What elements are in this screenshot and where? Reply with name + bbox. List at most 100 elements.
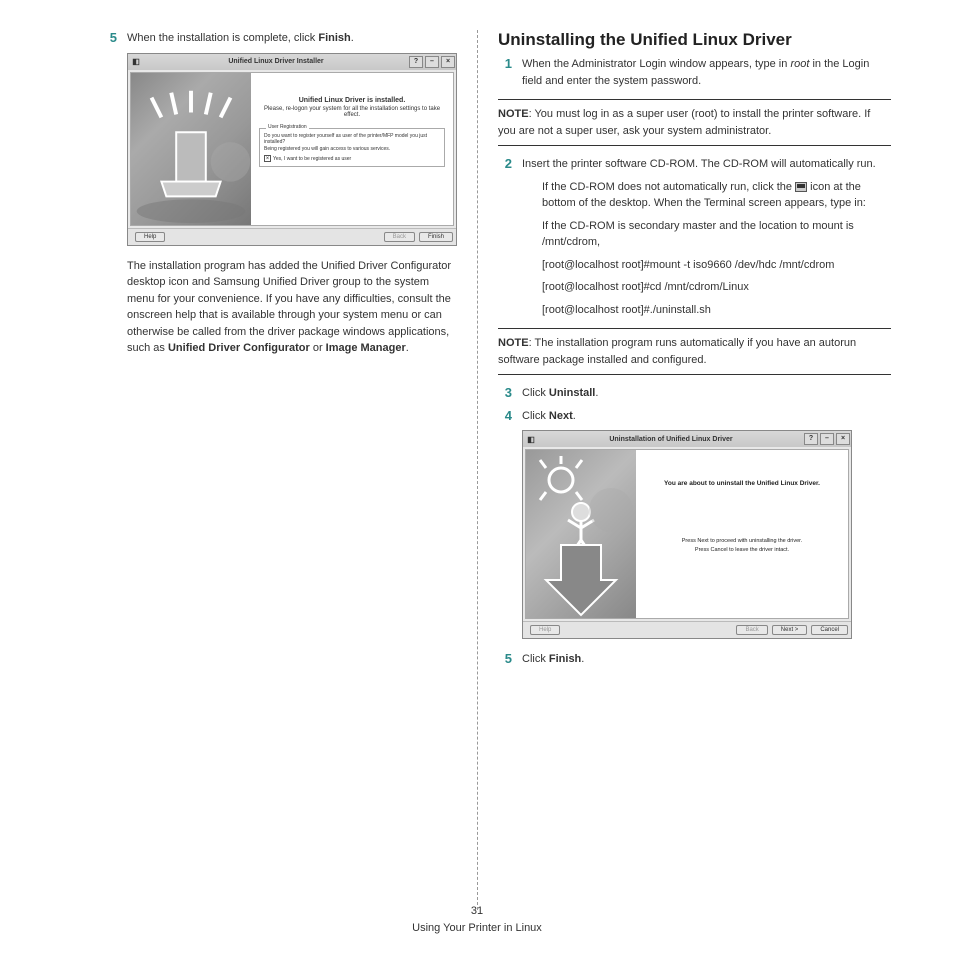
- sub-step: If the CD-ROM does not automatically run…: [542, 179, 891, 212]
- note-1: NOTE: You must log in as a super user (r…: [498, 99, 891, 146]
- note-text: : The installation program runs automati…: [498, 337, 856, 366]
- step-number: 4: [498, 408, 512, 425]
- uninstaller-graphic: [526, 450, 636, 618]
- command-line: [root@localhost root]#cd /mnt/cdrom/Linu…: [542, 279, 891, 296]
- back-button: Back: [736, 625, 767, 635]
- step-5: 5 Click Finish.: [498, 651, 891, 668]
- command-line: [root@localhost root]#./uninstall.sh: [542, 302, 891, 319]
- uninstall-msg: Press Next to proceed with uninstalling …: [644, 537, 840, 555]
- msg-line: Press Cancel to leave the driver intact.: [644, 546, 840, 555]
- note-2: NOTE: The installation program runs auto…: [498, 328, 891, 375]
- footer-caption: Using Your Printer in Linux: [0, 920, 954, 937]
- help-icon[interactable]: ?: [804, 433, 818, 445]
- finish-label: Finish: [318, 32, 350, 44]
- help-button[interactable]: Help: [135, 232, 165, 242]
- window-buttons: ? – ×: [408, 55, 456, 69]
- installed-sub: Please, re-logon your system for all the…: [259, 106, 445, 118]
- step-1: 1 When the Administrator Login window ap…: [498, 56, 891, 89]
- right-column: Uninstalling the Unified Linux Driver 1 …: [478, 30, 899, 910]
- help-icon[interactable]: ?: [409, 56, 423, 68]
- reg-checkbox-row: ×Yes, I want to be registered as user: [264, 155, 440, 162]
- page-columns: 5 When the installation is complete, cli…: [55, 30, 899, 910]
- step-number: 5: [498, 651, 512, 668]
- uninstall-label: Uninstall: [549, 387, 595, 399]
- installed-heading: Unified Linux Driver is installed.: [259, 97, 445, 104]
- msg-line: Press Next to proceed with uninstalling …: [644, 537, 840, 546]
- page-number: 31: [0, 903, 954, 920]
- text: Click: [522, 410, 549, 422]
- spacer: [165, 232, 379, 242]
- command-line: [root@localhost root]#mount -t iso9660 /…: [542, 257, 891, 274]
- step-number: 5: [103, 30, 117, 47]
- text: Click: [522, 653, 549, 665]
- registration-box: User Registration Do you want to registe…: [259, 128, 445, 168]
- box-legend: User Registration: [266, 124, 309, 130]
- step-5: 5 When the installation is complete, cli…: [63, 30, 457, 47]
- step-text: Click Finish.: [522, 651, 891, 668]
- button-bar: Help Back Next > Cancel: [523, 621, 851, 638]
- app-name: Unified Driver Configurator: [168, 342, 310, 354]
- next-label: Next: [549, 410, 573, 422]
- minimize-icon[interactable]: –: [820, 433, 834, 445]
- finish-button[interactable]: Finish: [419, 232, 453, 242]
- text: or: [310, 342, 326, 354]
- installer-graphic: [131, 73, 251, 225]
- minimize-icon[interactable]: –: [425, 56, 439, 68]
- window-body: Unified Linux Driver is installed. Pleas…: [130, 72, 454, 226]
- left-column: 5 When the installation is complete, cli…: [55, 30, 477, 910]
- text: .: [351, 32, 354, 44]
- terminal-icon: [795, 182, 807, 192]
- note-text: : You must log in as a super user (root)…: [498, 108, 870, 137]
- window-buttons: ? – ×: [803, 432, 851, 446]
- back-button: Back: [384, 232, 415, 242]
- window-title: Uninstallation of Unified Linux Driver: [539, 436, 803, 443]
- step-4: 4 Click Next.: [498, 408, 891, 425]
- uninstaller-screenshot: ◧ Uninstallation of Unified Linux Driver…: [522, 430, 852, 639]
- step-number: 2: [498, 156, 512, 173]
- text: If the CD-ROM does not automatically run…: [542, 181, 795, 193]
- checkbox-icon[interactable]: ×: [264, 155, 271, 162]
- reg-q2: Being registered you will gain access to…: [264, 146, 440, 153]
- window-icon: ◧: [128, 57, 144, 66]
- step-3: 3 Click Uninstall.: [498, 385, 891, 402]
- text: .: [406, 342, 409, 354]
- cancel-button[interactable]: Cancel: [811, 625, 848, 635]
- section-heading: Uninstalling the Unified Linux Driver: [498, 30, 891, 50]
- step-number: 3: [498, 385, 512, 402]
- note-label: NOTE: [498, 108, 529, 120]
- installer-screenshot: ◧ Unified Linux Driver Installer ? – ×: [127, 53, 457, 246]
- help-button: Help: [530, 625, 560, 635]
- spacer: [560, 625, 732, 635]
- checkbox-label: Yes, I want to be registered as user: [273, 156, 351, 162]
- uninstaller-content: You are about to uninstall the Unified L…: [636, 450, 848, 618]
- button-bar: Help Back Finish: [128, 228, 456, 245]
- close-icon[interactable]: ×: [441, 56, 455, 68]
- step-2: 2 Insert the printer software CD-ROM. Th…: [498, 156, 891, 173]
- step-text: When the installation is complete, click…: [127, 30, 457, 47]
- install-summary-paragraph: The installation program has added the U…: [127, 258, 457, 357]
- window-icon: ◧: [523, 435, 539, 444]
- text: When the installation is complete, click: [127, 32, 318, 44]
- close-icon[interactable]: ×: [836, 433, 850, 445]
- page-footer: 31 Using Your Printer in Linux: [0, 903, 954, 936]
- text: Click: [522, 387, 549, 399]
- window-titlebar: ◧ Uninstallation of Unified Linux Driver…: [523, 431, 851, 447]
- sub-step: If the CD-ROM is secondary master and th…: [542, 218, 891, 251]
- text: .: [573, 410, 576, 422]
- next-button[interactable]: Next >: [772, 625, 808, 635]
- step-text: Click Next.: [522, 408, 891, 425]
- window-title: Unified Linux Driver Installer: [144, 58, 408, 65]
- window-titlebar: ◧ Unified Linux Driver Installer ? – ×: [128, 54, 456, 70]
- installer-content: Unified Linux Driver is installed. Pleas…: [251, 73, 453, 225]
- app-name: Image Manager: [326, 342, 406, 354]
- note-label: NOTE: [498, 337, 529, 349]
- step-text: Click Uninstall.: [522, 385, 891, 402]
- finish-label: Finish: [549, 653, 581, 665]
- text: When the Administrator Login window appe…: [522, 58, 790, 70]
- reg-q1: Do you want to register yourself as user…: [264, 133, 440, 146]
- text: .: [595, 387, 598, 399]
- step-text: When the Administrator Login window appe…: [522, 56, 891, 89]
- step-text: Insert the printer software CD-ROM. The …: [522, 156, 891, 173]
- step-number: 1: [498, 56, 512, 89]
- root-text: root: [790, 58, 809, 70]
